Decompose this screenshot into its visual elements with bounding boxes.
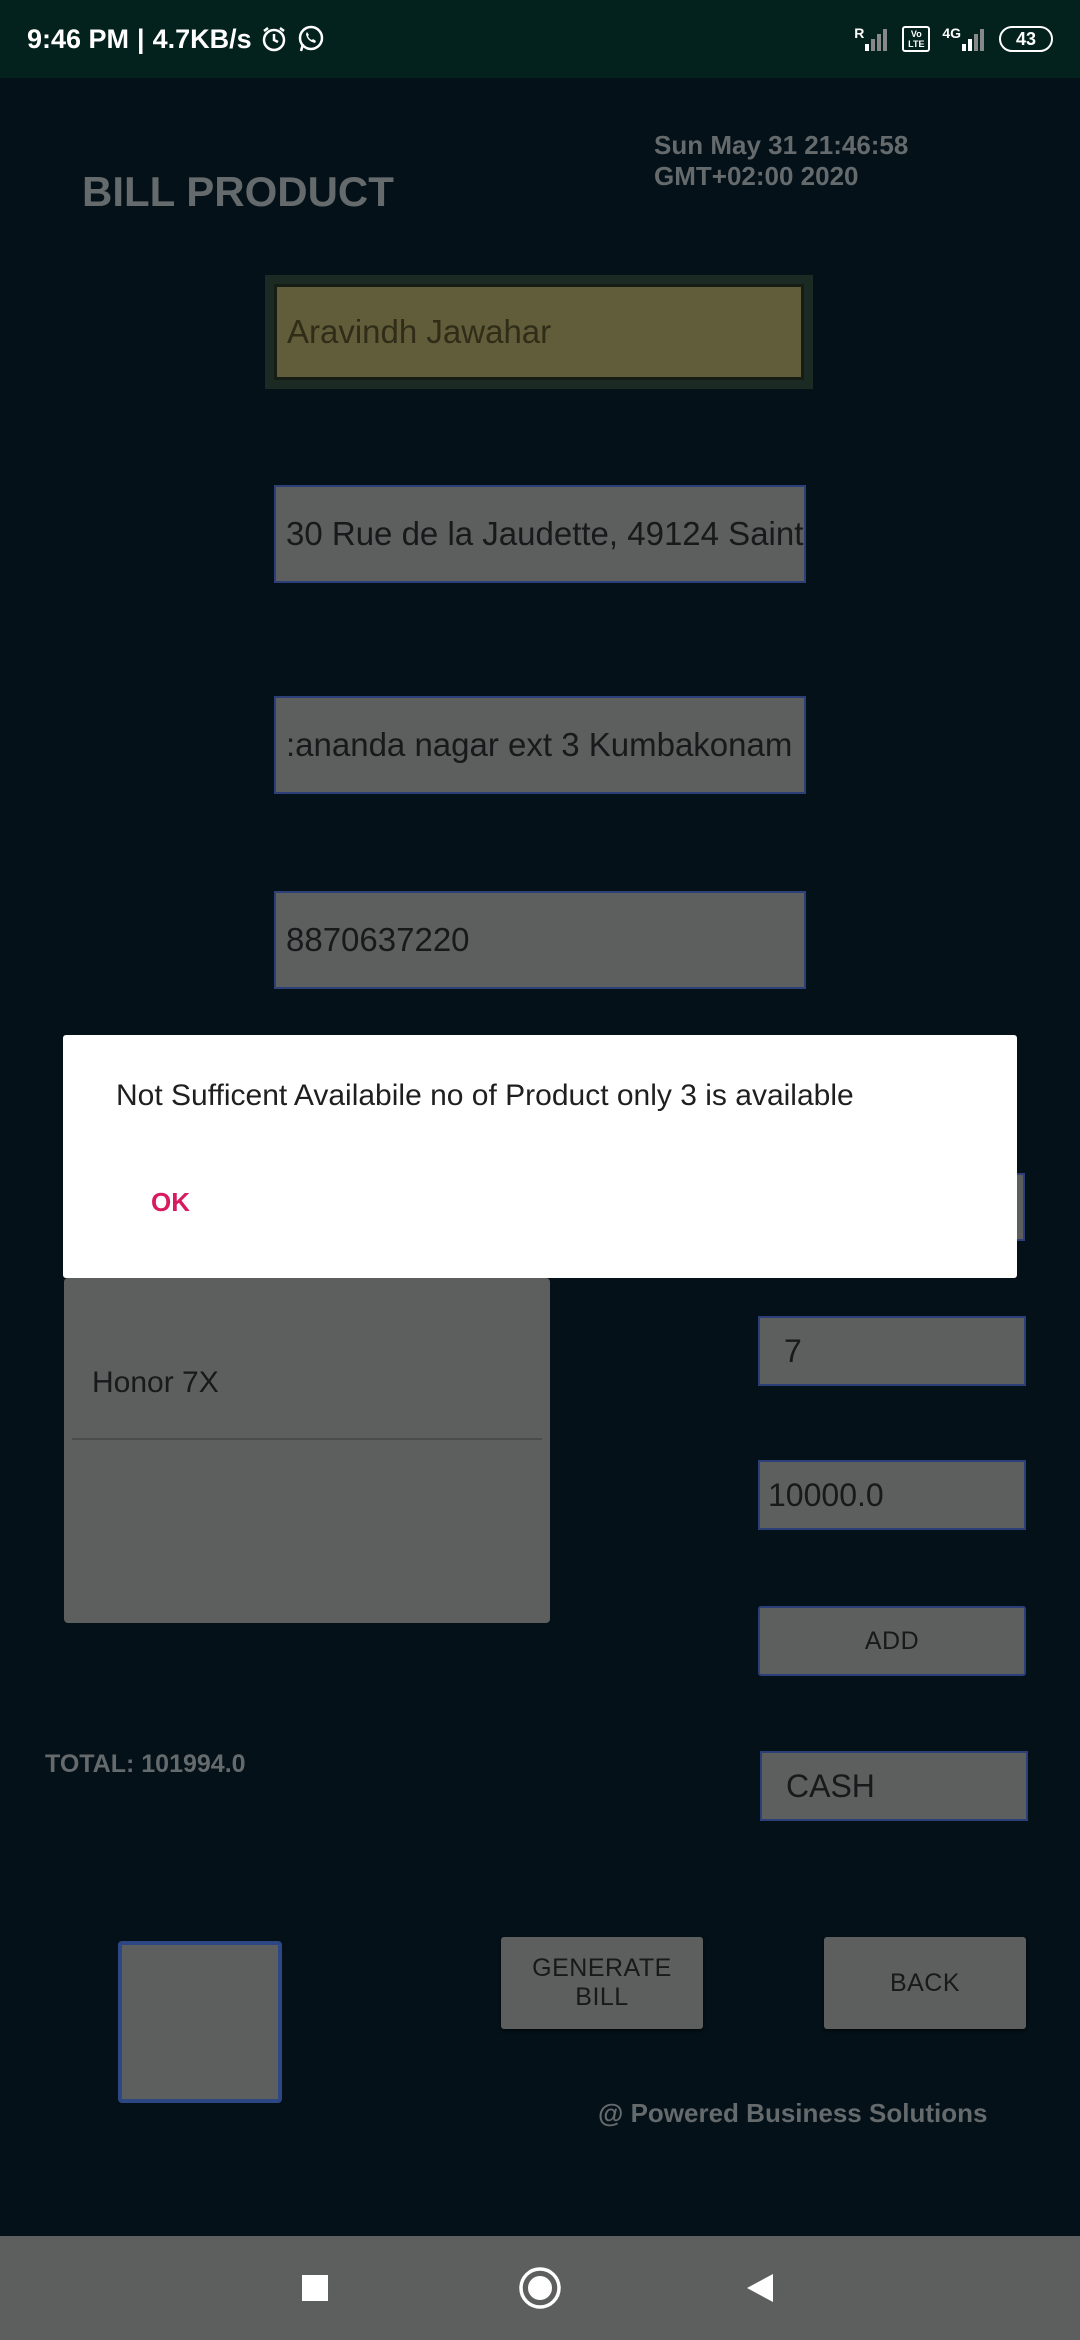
signal-4g-icon: 4G [942, 26, 987, 52]
home-button[interactable] [480, 2236, 600, 2340]
recents-button[interactable] [255, 2236, 375, 2340]
home-circle-icon [519, 2267, 561, 2309]
status-separator: | [137, 23, 145, 54]
alert-dialog: Not Sufficent Availabile no of Product o… [63, 1035, 1017, 1278]
dialog-ok-button[interactable]: OK [141, 1179, 200, 1226]
signal-icon: R [854, 26, 890, 52]
status-net-speed: 4.7KB/s [152, 23, 252, 54]
volte-icon: Vo LTE [902, 26, 931, 52]
status-bar: 9:46 PM | 4.7KB/s R Vo LTE 4G 43 [0, 0, 1080, 78]
recents-square-icon [302, 2275, 328, 2301]
back-nav-button[interactable] [700, 2236, 820, 2340]
alarm-icon [260, 25, 288, 53]
navigation-bar [0, 2236, 1080, 2340]
status-right: R Vo LTE 4G 43 [854, 26, 1053, 52]
screen: 9:46 PM | 4.7KB/s R Vo LTE 4G 43 BILL PR… [0, 0, 1080, 2340]
back-triangle-icon [747, 2274, 773, 2302]
whatsapp-icon [296, 24, 326, 54]
battery-icon: 43 [999, 26, 1053, 52]
dialog-message: Not Sufficent Availabile no of Product o… [116, 1079, 854, 1112]
status-left: 9:46 PM | 4.7KB/s [27, 24, 326, 55]
status-time: 9:46 PM [27, 23, 130, 54]
